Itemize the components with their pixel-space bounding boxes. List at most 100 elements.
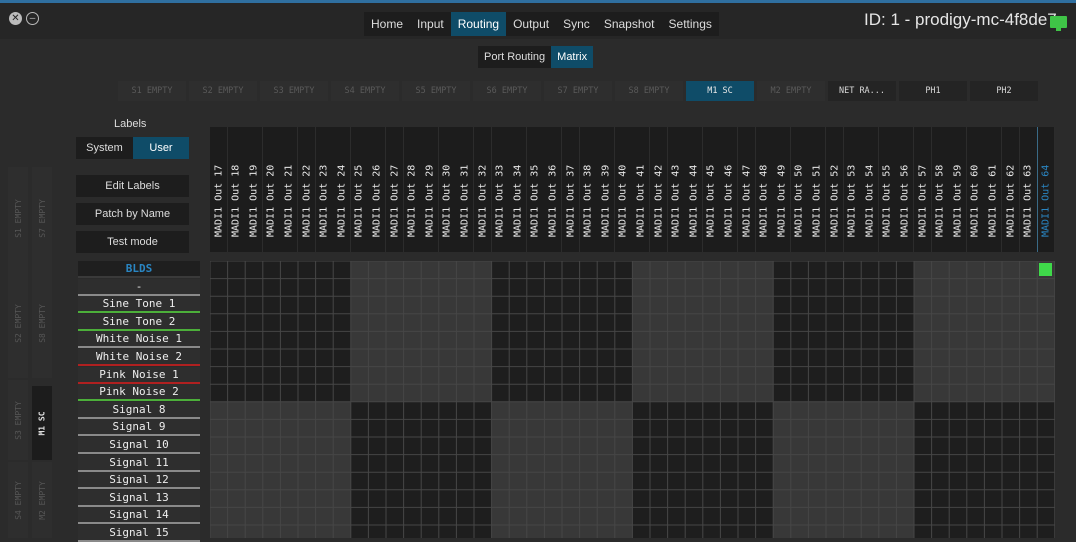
column-header[interactable]: MADI1 Out 33 bbox=[491, 127, 510, 252]
column-header[interactable]: MADI1 Out 20 bbox=[262, 127, 281, 252]
column-header[interactable]: MADI1 Out 62 bbox=[1002, 127, 1020, 252]
tab-snapshot[interactable]: Snapshot bbox=[597, 12, 662, 36]
column-header[interactable]: MADI1 Out 24 bbox=[333, 127, 352, 252]
row-label[interactable]: White Noise 2 bbox=[78, 349, 200, 366]
column-header[interactable]: MADI1 Out 31 bbox=[456, 127, 475, 252]
row-label[interactable]: Signal 11 bbox=[78, 454, 200, 472]
column-header[interactable]: MADI1 Out 23 bbox=[315, 127, 334, 252]
card-s5-empty[interactable]: S5 EMPTY bbox=[402, 81, 470, 101]
column-header[interactable]: MADI1 Out 21 bbox=[280, 127, 299, 252]
column-header[interactable]: MADI1 Out 36 bbox=[544, 127, 563, 252]
column-header[interactable]: MADI1 Out 64 bbox=[1037, 127, 1056, 252]
column-header[interactable]: MADI1 Out 40 bbox=[614, 127, 633, 252]
column-header[interactable]: MADI1 Out 58 bbox=[931, 127, 950, 252]
column-header[interactable]: MADI1 Out 54 bbox=[861, 127, 880, 252]
column-header[interactable]: MADI1 Out 28 bbox=[403, 127, 422, 252]
card-s3-empty[interactable]: S3 EMPTY bbox=[260, 81, 328, 101]
column-header[interactable]: MADI1 Out 35 bbox=[526, 127, 545, 252]
row-label[interactable]: Signal 13 bbox=[78, 489, 200, 507]
card-m1-sc[interactable]: M1 SC bbox=[686, 81, 754, 101]
card-ph1[interactable]: PH1 bbox=[899, 81, 967, 101]
tab-sync[interactable]: Sync bbox=[556, 12, 597, 36]
column-header[interactable]: MADI1 Out 39 bbox=[597, 127, 616, 252]
row-label[interactable]: Pink Noise 1 bbox=[78, 366, 200, 384]
test-mode-button[interactable]: Test mode bbox=[76, 231, 189, 253]
row-label[interactable]: Signal 9 bbox=[78, 419, 200, 437]
column-header[interactable]: MADI1 Out 27 bbox=[386, 127, 404, 252]
card-s1-empty[interactable]: S1 EMPTY bbox=[118, 81, 186, 101]
column-header[interactable]: MADI1 Out 17 bbox=[210, 127, 228, 252]
column-header[interactable]: MADI1 Out 38 bbox=[579, 127, 598, 252]
column-header[interactable]: MADI1 Out 44 bbox=[685, 127, 704, 252]
column-header[interactable]: MADI1 Out 63 bbox=[1019, 127, 1038, 252]
user-labels-button[interactable]: User bbox=[133, 137, 189, 159]
column-header[interactable]: MADI1 Out 57 bbox=[914, 127, 932, 252]
tab-home[interactable]: Home bbox=[364, 12, 410, 36]
column-header[interactable]: MADI1 Out 51 bbox=[808, 127, 827, 252]
row-label[interactable]: - bbox=[78, 278, 200, 296]
card-s2-empty[interactable]: S2 EMPTY bbox=[189, 81, 257, 101]
column-header[interactable]: MADI1 Out 19 bbox=[245, 127, 264, 252]
side-tab-s8-empty[interactable]: S8 EMPTY bbox=[32, 268, 52, 378]
tab-output[interactable]: Output bbox=[506, 12, 556, 36]
column-header[interactable]: MADI1 Out 48 bbox=[755, 127, 774, 252]
row-label[interactable]: Signal 10 bbox=[78, 437, 200, 454]
column-header[interactable]: MADI1 Out 29 bbox=[421, 127, 440, 252]
column-header[interactable]: MADI1 Out 56 bbox=[896, 127, 915, 252]
row-label[interactable]: Sine Tone 2 bbox=[78, 313, 200, 331]
card-s6-empty[interactable]: S6 EMPTY bbox=[473, 81, 541, 101]
patch-by-name-button[interactable]: Patch by Name bbox=[76, 203, 189, 225]
column-header[interactable]: MADI1 Out 34 bbox=[509, 127, 528, 252]
column-header[interactable]: MADI1 Out 61 bbox=[984, 127, 1003, 252]
column-header[interactable]: MADI1 Out 52 bbox=[826, 127, 844, 252]
side-tab-s7-empty[interactable]: S7 EMPTY bbox=[32, 167, 52, 269]
tab-input[interactable]: Input bbox=[410, 12, 451, 36]
column-header[interactable]: MADI1 Out 30 bbox=[438, 127, 457, 252]
subtab-port-routing[interactable]: Port Routing bbox=[478, 46, 551, 68]
column-header[interactable]: MADI1 Out 25 bbox=[350, 127, 369, 252]
column-header[interactable]: MADI1 Out 53 bbox=[843, 127, 862, 252]
side-tab-s4-empty[interactable]: S4 EMPTY bbox=[8, 462, 28, 538]
column-header[interactable]: MADI1 Out 49 bbox=[773, 127, 792, 252]
card-s7-empty[interactable]: S7 EMPTY bbox=[544, 81, 612, 101]
row-label[interactable]: Signal 12 bbox=[78, 472, 200, 490]
side-tab-s2-empty[interactable]: S2 EMPTY bbox=[8, 268, 28, 378]
column-header[interactable]: MADI1 Out 26 bbox=[368, 127, 387, 252]
column-header[interactable]: MADI1 Out 50 bbox=[790, 127, 809, 252]
card-s4-empty[interactable]: S4 EMPTY bbox=[331, 81, 399, 101]
row-label[interactable]: Pink Noise 2 bbox=[78, 384, 200, 402]
row-label[interactable]: Signal 15 bbox=[78, 525, 200, 542]
column-header[interactable]: MADI1 Out 32 bbox=[474, 127, 492, 252]
column-header[interactable]: MADI1 Out 45 bbox=[702, 127, 721, 252]
connection-marker[interactable] bbox=[1039, 263, 1052, 276]
row-label[interactable]: BLDS bbox=[78, 261, 200, 278]
subtab-matrix[interactable]: Matrix bbox=[551, 46, 594, 68]
column-header[interactable]: MADI1 Out 41 bbox=[632, 127, 651, 252]
side-tab-s1-empty[interactable]: S1 EMPTY bbox=[8, 167, 28, 269]
row-label[interactable]: Sine Tone 1 bbox=[78, 296, 200, 314]
row-label[interactable]: Signal 8 bbox=[78, 401, 200, 419]
tab-settings[interactable]: Settings bbox=[662, 12, 719, 36]
column-header[interactable]: MADI1 Out 55 bbox=[878, 127, 897, 252]
monitor-icon[interactable] bbox=[1050, 16, 1067, 31]
card-s8-empty[interactable]: S8 EMPTY bbox=[615, 81, 683, 101]
column-header[interactable]: MADI1 Out 18 bbox=[227, 127, 246, 252]
minimize-icon[interactable]: – bbox=[26, 12, 39, 25]
side-tab-s3-empty[interactable]: S3 EMPTY bbox=[8, 380, 28, 460]
column-header[interactable]: MADI1 Out 47 bbox=[738, 127, 756, 252]
system-labels-button[interactable]: System bbox=[76, 137, 133, 159]
edit-labels-button[interactable]: Edit Labels bbox=[76, 175, 189, 197]
card-m2-empty[interactable]: M2 EMPTY bbox=[757, 81, 825, 101]
column-header[interactable]: MADI1 Out 42 bbox=[650, 127, 668, 252]
side-tab-m1-sc[interactable]: M1 SC bbox=[32, 386, 52, 460]
column-header[interactable]: MADI1 Out 22 bbox=[298, 127, 316, 252]
card-net-ra[interactable]: NET RA... bbox=[828, 81, 896, 101]
card-ph2[interactable]: PH2 bbox=[970, 81, 1038, 101]
tab-routing[interactable]: Routing bbox=[450, 12, 507, 36]
close-icon[interactable]: ✕ bbox=[9, 12, 22, 25]
side-tab-m2-empty[interactable]: M2 EMPTY bbox=[32, 462, 52, 538]
column-header[interactable]: MADI1 Out 43 bbox=[667, 127, 686, 252]
row-label[interactable]: White Noise 1 bbox=[78, 331, 200, 349]
column-header[interactable]: MADI1 Out 46 bbox=[720, 127, 739, 252]
column-header[interactable]: MADI1 Out 59 bbox=[949, 127, 968, 252]
